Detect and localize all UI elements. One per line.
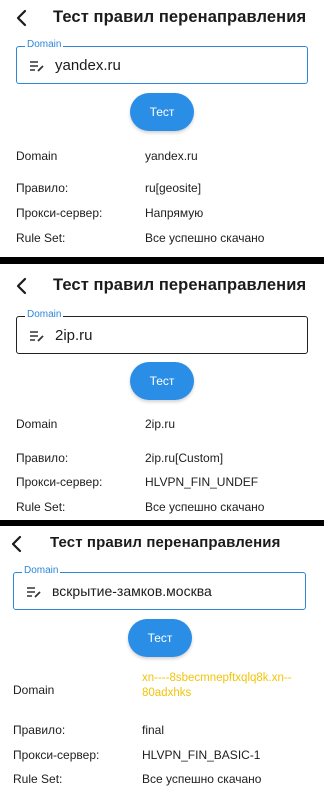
arrow-back-icon [16, 277, 27, 295]
result-label-ruleset: Rule Set: [16, 231, 66, 245]
result-value-rule: final [142, 723, 165, 737]
domain-input[interactable] [55, 317, 301, 353]
result-value-proxy: Напрямую [145, 206, 204, 220]
result-value-rule: 2ip.ru[Custom] [145, 451, 224, 465]
result-value-proxy: HLVPN_FIN_UNDEF [145, 475, 259, 489]
screen-1: Тест правил перенаправления Domain Тест … [0, 0, 324, 257]
page-title: Тест правил перенаправления [53, 8, 307, 26]
test-button[interactable]: Тест [130, 93, 194, 131]
app-bar: Тест правил перенаправления [0, 268, 324, 304]
test-button[interactable]: Тест [130, 362, 194, 400]
edit-note-icon [30, 331, 44, 342]
back-button[interactable] [8, 4, 36, 32]
result-value-ruleset: Все успешно скачано [145, 500, 265, 514]
domain-input[interactable] [52, 573, 299, 609]
result-value-domain: yandex.ru [145, 149, 198, 163]
result-label-ruleset: Rule Set: [13, 772, 63, 786]
result-value-domain: xn----8sbecmnepftxqlq8k.xn--80adxhks [142, 672, 292, 699]
arrow-back-icon [16, 9, 27, 27]
arrow-back-icon [11, 535, 22, 553]
result-value-ruleset: Все успешно скачано [145, 231, 265, 245]
result-label-proxy: Прокси-сервер: [16, 206, 103, 220]
result-value-rule: ru[geosite] [145, 181, 202, 195]
page-title: Тест правил перенаправления [50, 534, 281, 551]
back-button[interactable] [8, 272, 36, 300]
result-label-rule: Правило: [16, 451, 69, 465]
domain-field[interactable]: Domain [13, 565, 306, 610]
result-label-proxy: Прокси-сервер: [13, 748, 100, 762]
edit-note-icon [27, 587, 41, 598]
edit-note-icon [30, 61, 44, 72]
result-label-proxy: Прокси-сервер: [16, 475, 103, 489]
app-bar: Тест правил перенаправления [0, 526, 324, 562]
result-label-rule: Правило: [16, 181, 69, 195]
result-label-ruleset: Rule Set: [16, 500, 66, 514]
app-bar: Тест правил перенаправления [0, 0, 324, 36]
result-value-domain: 2ip.ru [145, 417, 176, 431]
page-title: Тест правил перенаправления [53, 276, 307, 294]
result-label-domain: Domain [16, 417, 58, 431]
result-label-domain: Domain [13, 683, 55, 697]
domain-field[interactable]: Domain [16, 309, 308, 354]
domain-field[interactable]: Domain [16, 39, 308, 84]
screen-2: Тест правил перенаправления Domain Тест … [0, 264, 324, 520]
result-label-rule: Правило: [13, 723, 66, 737]
domain-input[interactable] [55, 47, 301, 83]
result-label-domain: Domain [16, 149, 58, 163]
test-button[interactable]: Тест [128, 619, 192, 657]
result-value-ruleset: Все успешно скачано [142, 772, 262, 786]
back-button[interactable] [3, 530, 31, 558]
screen-3: Тест правил перенаправления Domain Тест … [0, 526, 324, 800]
result-value-proxy: HLVPN_FIN_BASIC-1 [142, 748, 261, 762]
